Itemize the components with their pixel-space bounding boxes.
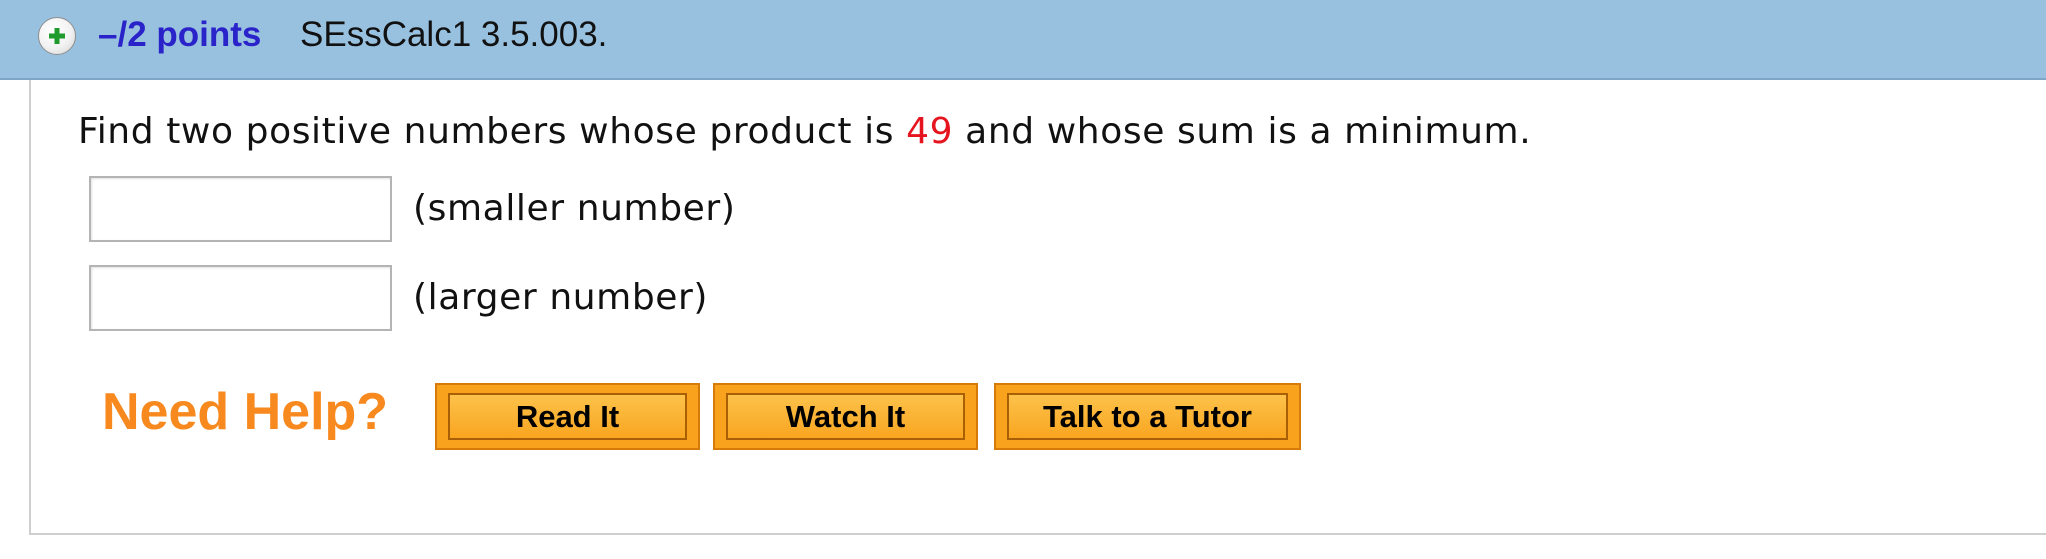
question-header: –/2 points SEssCalc1 3.5.003. [0, 0, 2046, 80]
larger-number-input[interactable] [89, 265, 392, 331]
smaller-number-label: (smaller number) [413, 188, 736, 229]
need-help-title: Need Help? [102, 383, 389, 441]
talk-to-tutor-button-label: Talk to a Tutor [1007, 393, 1288, 440]
question-text: Find two positive numbers whose product … [78, 108, 1531, 156]
expand-button[interactable] [38, 17, 76, 55]
highlight-number: 49 [906, 111, 954, 152]
plus-icon [49, 28, 65, 44]
watch-it-button[interactable]: Watch It [713, 383, 978, 450]
smaller-number-input[interactable] [89, 176, 392, 242]
read-it-button-label: Read It [448, 393, 687, 440]
larger-number-label: (larger number) [413, 277, 709, 318]
question-text-after: and whose sum is a minimum. [953, 111, 1532, 152]
watch-it-button-label: Watch It [726, 393, 965, 440]
points-label: –/2 points [98, 15, 262, 54]
question-text-before: Find two positive numbers whose product … [78, 111, 907, 152]
talk-to-tutor-button[interactable]: Talk to a Tutor [994, 383, 1301, 450]
read-it-button[interactable]: Read It [435, 383, 700, 450]
question-id: SEssCalc1 3.5.003. [300, 15, 608, 54]
